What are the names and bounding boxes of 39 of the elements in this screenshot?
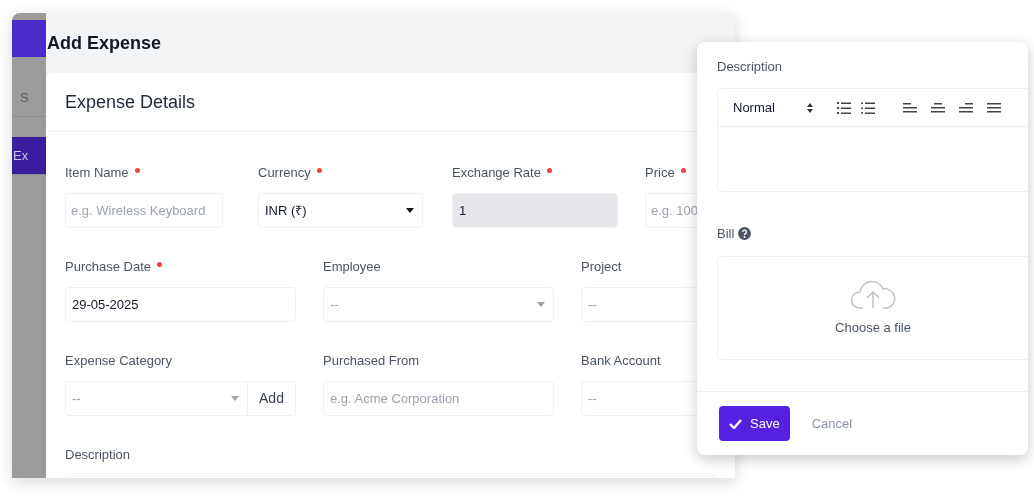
caret-icon: [231, 396, 239, 401]
sidebar-item[interactable]: Ex: [12, 137, 46, 174]
help-icon[interactable]: [738, 227, 752, 241]
field-label: Bill: [717, 225, 735, 243]
field-label: Employee: [323, 258, 381, 277]
bullet-list-icon[interactable]: [861, 101, 875, 114]
field-label: Purchase Date: [65, 258, 151, 277]
top-bar: [12, 20, 46, 57]
field-label: Description: [65, 446, 132, 464]
align-justify-icon[interactable]: [987, 101, 1001, 114]
file-upload-area[interactable]: Choose a file: [717, 255, 1028, 360]
add-button[interactable]: Add: [248, 381, 296, 416]
sort-icon: [807, 102, 813, 113]
field-label: Exchange Rate: [452, 164, 541, 183]
caret-icon: [537, 302, 545, 307]
caret-icon: [406, 208, 414, 213]
input-field[interactable]: e.g. Wireless Keyboard: [65, 193, 223, 228]
input-field: 1: [452, 193, 618, 228]
checkmark-icon: [729, 418, 742, 429]
field-label: Price: [645, 164, 675, 183]
align-center-icon[interactable]: [931, 101, 945, 114]
upload-text: Choose a file: [835, 318, 911, 337]
field-label: Expense Category: [65, 352, 172, 371]
heading-style-select[interactable]: Normal: [733, 97, 813, 118]
field-label: Bank Account: [581, 352, 661, 371]
field-label: Purchased From: [323, 352, 420, 371]
rich-text-editor[interactable]: Normal: [717, 88, 1028, 192]
field-label: Currency: [258, 164, 311, 183]
align-left-icon[interactable]: [903, 101, 917, 114]
field-label: Project: [581, 258, 622, 277]
select-field[interactable]: INR (₹): [258, 193, 423, 228]
modal-title: Add Expense: [47, 31, 162, 55]
field-label: Description: [717, 58, 784, 76]
input-field[interactable]: 29-05-2025: [65, 287, 296, 322]
field-label: Item Name: [65, 164, 129, 183]
align-right-icon[interactable]: [959, 101, 973, 114]
input-field[interactable]: e.g. Acme Corporation: [323, 381, 554, 416]
section-title: Expense Details: [65, 90, 196, 114]
save-button[interactable]: Save: [719, 406, 790, 441]
